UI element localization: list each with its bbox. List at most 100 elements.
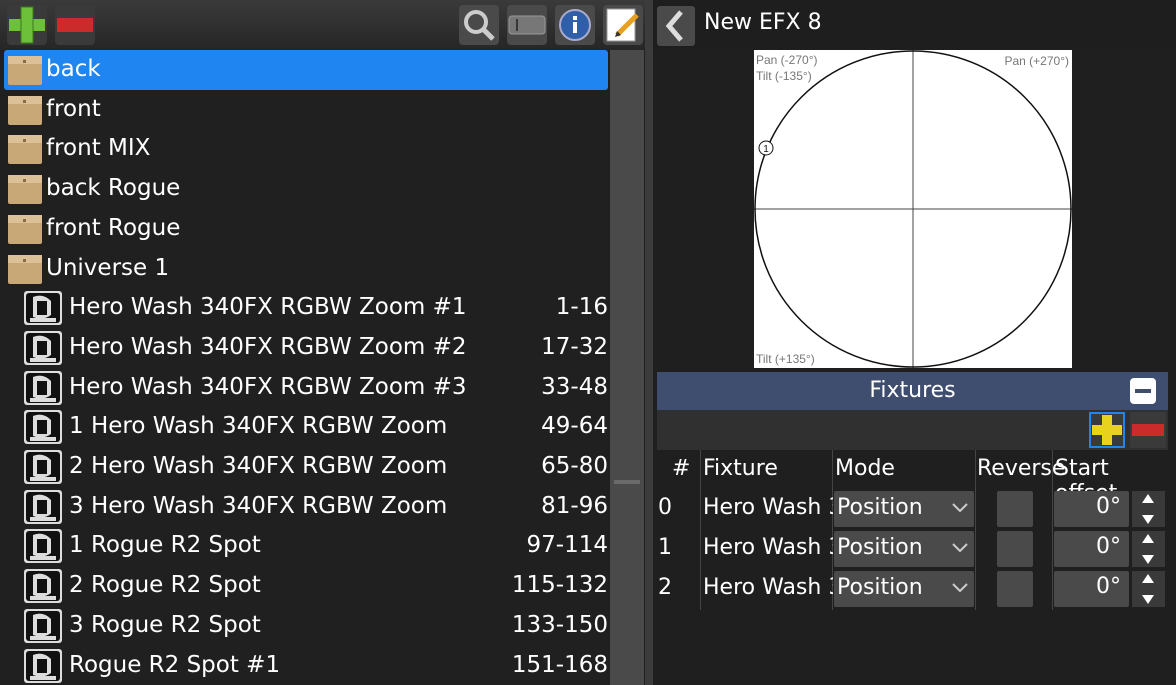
- reverse-checkbox[interactable]: [997, 491, 1033, 527]
- fixture-label: 3 Hero Wash 340FX RGBW Zoom: [69, 492, 448, 519]
- search-button[interactable]: [459, 5, 499, 45]
- tree-fixture[interactable]: 2 Rogue R2 Spot 115-132: [4, 566, 608, 606]
- remove-icon: [1132, 424, 1164, 436]
- fixtures-section-header[interactable]: Fixtures: [657, 372, 1168, 410]
- rename-button[interactable]: [507, 5, 547, 45]
- increment-icon: [1142, 494, 1154, 503]
- decrement-icon: [1142, 555, 1154, 564]
- tree-fixture[interactable]: 3 Rogue R2 Spot 133-150: [4, 606, 608, 646]
- edit-button[interactable]: [603, 5, 643, 45]
- folder-label: front Rogue: [46, 214, 181, 241]
- mode-select[interactable]: Position: [834, 571, 974, 607]
- fixtures-toolbar: [657, 410, 1168, 450]
- chevron-down-icon: [952, 583, 968, 593]
- remove-fixture-button[interactable]: [1130, 412, 1166, 448]
- moving-head-icon: [24, 529, 62, 564]
- decrement-icon: [1142, 595, 1154, 604]
- tree-fixture[interactable]: Hero Wash 340FX RGBW Zoom #1 1-16: [4, 288, 608, 328]
- start-offset-input[interactable]: 0°: [1054, 571, 1129, 607]
- scrollbar-grip[interactable]: [614, 480, 640, 484]
- moving-head-icon: [24, 450, 62, 484]
- remove-button[interactable]: [55, 5, 95, 45]
- pan-max-label: Pan (+270°): [1004, 54, 1069, 68]
- tree-fixture[interactable]: Hero Wash 340FX RGBW Zoom #2 17-32: [4, 328, 608, 368]
- pan-min-label: Pan (-270°): [756, 53, 818, 67]
- folder-label: back: [46, 56, 101, 82]
- dmx-address: 49-64: [541, 413, 608, 440]
- tree-fixture[interactable]: Hero Wash 340FX RGBW Zoom #3 33-48: [4, 368, 608, 408]
- fixture-label: 2 Hero Wash 340FX RGBW Zoom: [69, 453, 448, 479]
- reverse-checkbox[interactable]: [997, 531, 1033, 567]
- fixture-marker-label: 1: [763, 144, 769, 155]
- mode-value: Position: [837, 575, 923, 600]
- increment-icon: [1142, 574, 1154, 583]
- fixture-label: Hero Wash 340FX RGBW Zoom #1: [69, 294, 467, 321]
- offset-spinner[interactable]: [1132, 491, 1165, 527]
- moving-head-icon: [24, 569, 62, 604]
- tree-folder[interactable]: front MIX: [4, 129, 608, 169]
- tilt-max-label: Tilt (+135°): [756, 352, 815, 366]
- folder-label: Universe 1: [46, 254, 170, 281]
- offset-spinner[interactable]: [1132, 571, 1165, 607]
- tree-fixture[interactable]: 1 Hero Wash 340FX RGBW Zoom 49-64: [4, 407, 608, 447]
- add-icon: [9, 6, 45, 44]
- info-button[interactable]: [555, 5, 595, 45]
- row-fixture-name: Hero Wash 340FX RGBW Zoom #1: [703, 495, 833, 520]
- table-row[interactable]: 0 Hero Wash 340FX RGBW Zoom #1Position 0°: [653, 489, 1176, 529]
- tree-folder[interactable]: front: [4, 90, 608, 130]
- folder-icon: [8, 214, 42, 244]
- moving-head-icon: [24, 648, 62, 683]
- chevron-left-icon: [665, 10, 683, 42]
- fixtures-title: Fixtures: [869, 378, 956, 403]
- tree-folder[interactable]: back Rogue: [4, 169, 608, 209]
- tree-fixture[interactable]: Rogue R2 Spot #1 151-168: [4, 646, 608, 685]
- decrement-icon: [1142, 515, 1154, 524]
- add-icon: [1092, 415, 1122, 445]
- moving-head-icon: [24, 291, 62, 326]
- fixture-tree-panel: back front front MIX back Rogue front Rogue U…: [0, 0, 650, 685]
- table-row[interactable]: 1 Hero Wash 340FX RGBW Zoom #2Position 0°: [653, 529, 1176, 569]
- offset-spinner[interactable]: [1132, 531, 1165, 567]
- reverse-checkbox[interactable]: [997, 571, 1033, 607]
- fixture-label: 2 Rogue R2 Spot: [69, 572, 261, 599]
- moving-head-icon: [24, 410, 62, 445]
- tree-fixture[interactable]: 1 Rogue R2 Spot 97-114: [4, 526, 608, 566]
- fixture-label: 1 Rogue R2 Spot: [69, 532, 261, 559]
- row-fixture-name: Hero Wash 340FX RGBW Zoom #3: [703, 575, 833, 600]
- dmx-address: 65-80: [541, 453, 608, 479]
- tree-fixture[interactable]: 3 Hero Wash 340FX RGBW Zoom 81-96: [4, 487, 608, 527]
- tree-fixture[interactable]: 2 Hero Wash 340FX RGBW Zoom 65-80: [4, 447, 608, 487]
- table-row[interactable]: 2 Hero Wash 340FX RGBW Zoom #3Position 0°: [653, 569, 1176, 609]
- dmx-address: 33-48: [541, 373, 608, 400]
- start-offset-value: 0°: [1096, 494, 1121, 519]
- folder-label: back Rogue: [46, 175, 181, 202]
- add-fixture-button[interactable]: [1089, 412, 1125, 448]
- fixture-label: 1 Hero Wash 340FX RGBW Zoom: [69, 413, 448, 440]
- mode-select[interactable]: Position: [834, 491, 974, 527]
- start-offset-input[interactable]: 0°: [1054, 491, 1129, 527]
- edit-icon: [606, 8, 639, 42]
- mode-select[interactable]: Position: [834, 531, 974, 567]
- tree-folder[interactable]: Universe 1: [4, 249, 608, 289]
- start-offset-input[interactable]: 0°: [1054, 531, 1129, 567]
- fixture-label: Hero Wash 340FX RGBW Zoom #2: [69, 333, 467, 360]
- folder-icon: [8, 135, 42, 165]
- moving-head-icon: [24, 330, 62, 365]
- rename-icon: [508, 15, 546, 35]
- row-index: 2: [658, 575, 672, 600]
- tree-folder[interactable]: back: [4, 50, 608, 90]
- efx-header: New EFX 8: [653, 0, 1176, 50]
- panel-splitter[interactable]: [645, 0, 653, 685]
- tree-folder[interactable]: front Rogue: [4, 209, 608, 249]
- back-button[interactable]: [657, 6, 695, 46]
- efx-preview[interactable]: 1 Pan (-270°) Tilt (-135°) Pan (+270°) T…: [754, 50, 1072, 368]
- efx-title: New EFX 8: [704, 10, 822, 35]
- add-button[interactable]: [7, 5, 47, 45]
- mode-value: Position: [837, 495, 923, 520]
- collapse-button[interactable]: [1130, 378, 1156, 404]
- fixture-tree: back front front MIX back Rogue front Rogue U…: [0, 50, 610, 685]
- tree-scrollbar[interactable]: [610, 50, 644, 685]
- start-offset-value: 0°: [1096, 534, 1121, 559]
- fixture-label: Rogue R2 Spot #1: [69, 651, 281, 678]
- dmx-address: 81-96: [541, 492, 608, 519]
